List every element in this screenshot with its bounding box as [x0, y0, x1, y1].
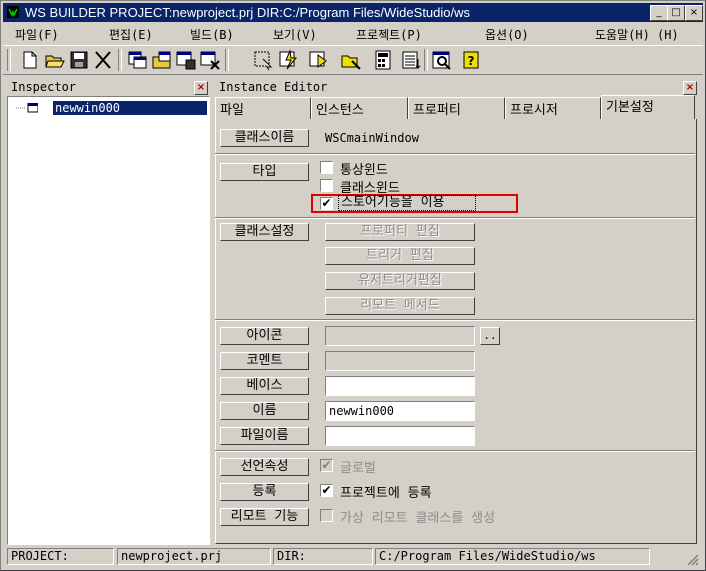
class-name-value: WSCmainWindow [325, 131, 419, 145]
menu-file[interactable]: 파일(F) [15, 26, 59, 43]
global-label: 글로벌 [340, 461, 376, 476]
copy-window-icon[interactable] [126, 49, 148, 71]
open-folder-icon[interactable] [44, 49, 66, 71]
class-setting-button[interactable]: 클래스설정 [220, 223, 309, 241]
register-button[interactable]: 등록 [220, 483, 309, 501]
close-window-icon[interactable] [199, 49, 221, 71]
instance-editor-title: Instance Editor [219, 80, 328, 94]
toolbar-separator [424, 49, 428, 71]
edit-trigger-button[interactable]: 트리거 편집 [325, 247, 475, 265]
tab-procedure[interactable]: 프로시저 [505, 97, 601, 119]
tab-property[interactable]: 프로퍼티 [408, 97, 505, 119]
store-function-checkbox[interactable]: ✔ [320, 197, 333, 210]
menu-project[interactable]: 프로젝트(P) [356, 26, 422, 43]
save-icon[interactable] [68, 49, 90, 71]
instance-editor-close-button[interactable]: × [683, 81, 697, 95]
normal-window-label: 통상윈드 [340, 163, 388, 178]
close-button[interactable]: × [685, 5, 703, 21]
tab-instance[interactable]: 인스턴스 [311, 97, 408, 119]
menu-options[interactable]: 옵션(O) [485, 26, 529, 43]
class-window-checkbox[interactable] [320, 179, 333, 192]
type-button[interactable]: 타입 [220, 163, 309, 181]
toolbar: ? [3, 45, 703, 75]
maximize-button[interactable]: □ [667, 5, 685, 21]
filename-field[interactable] [325, 426, 475, 446]
toolbar-grip [7, 49, 11, 71]
divider [215, 153, 695, 155]
register-project-checkbox[interactable]: ✔ [320, 484, 333, 497]
status-project-value: newproject.prj [117, 548, 271, 565]
window-title: WS BUILDER PROJECT:newproject.prj DIR:C:… [25, 5, 471, 20]
virtual-remote-label: 가상 리모트 클래스를 생성 [340, 511, 496, 526]
edit-property-button[interactable]: 프로퍼티 편집 [325, 223, 475, 241]
virtual-remote-checkbox[interactable] [320, 509, 333, 522]
comment-button[interactable]: 코멘트 [220, 352, 309, 370]
status-project-label: PROJECT: [7, 548, 114, 565]
tab-basic-settings[interactable]: 기본설정 [601, 95, 695, 119]
divider [215, 319, 695, 321]
minimize-button[interactable]: _ [650, 5, 668, 21]
toolbar-separator [225, 49, 229, 71]
icon-field[interactable] [325, 326, 475, 346]
calculator-icon[interactable] [372, 49, 394, 71]
filename-button[interactable]: 파일이름 [220, 427, 309, 445]
tab-bar: 파일 인스턴스 프로퍼티 프로시저 기본설정 [215, 95, 695, 119]
icon-button[interactable]: 아이콘 [220, 327, 309, 345]
save-window-icon[interactable] [175, 49, 197, 71]
declare-button[interactable]: 선언속성 [220, 458, 309, 476]
inspector-title: Inspector [11, 80, 77, 94]
help-icon[interactable]: ? [460, 49, 482, 71]
remote-function-button[interactable]: 리모트 기능 [220, 508, 309, 526]
select-icon[interactable] [252, 49, 274, 71]
open-dir-icon[interactable] [340, 49, 362, 71]
register-project-label: 프로젝트에 등록 [340, 486, 432, 501]
base-button[interactable]: 베이스 [220, 377, 309, 395]
store-function-label: 스토어기능을 이용 [338, 195, 476, 211]
comment-field[interactable] [325, 351, 475, 371]
tab-file[interactable]: 파일 [215, 97, 311, 119]
toolbar-separator [118, 49, 122, 71]
divider [215, 450, 695, 452]
base-field[interactable] [325, 376, 475, 396]
build-icon[interactable] [278, 49, 300, 71]
app-icon [7, 6, 19, 18]
tree-connector-icon [16, 103, 38, 113]
menu-bar: 파일(F) 편집(E) 빌드(B) 보기(V) 프로젝트(P) 옵션(O) 도움… [3, 23, 703, 43]
status-bar: PROJECT: newproject.prj DIR: C:/Program … [5, 546, 703, 568]
status-dir-label: DIR: [273, 548, 373, 565]
edit-user-trigger-button[interactable]: 유저트리거편집 [325, 272, 475, 290]
menu-build[interactable]: 빌드(B) [190, 26, 234, 43]
list-icon[interactable] [400, 49, 422, 71]
run-icon[interactable] [308, 49, 330, 71]
name-field[interactable]: newwin000 [325, 401, 475, 421]
title-bar[interactable]: WS BUILDER PROJECT:newproject.prj DIR:C:… [3, 3, 703, 22]
svg-text:?: ? [468, 54, 475, 68]
browse-icon-button[interactable]: .. [480, 327, 500, 345]
divider [215, 217, 695, 219]
inspector-tree[interactable]: newwin000 [7, 96, 210, 545]
global-checkbox[interactable]: ✔ [320, 459, 333, 472]
open-window-icon[interactable] [151, 49, 173, 71]
resize-grip-icon[interactable] [685, 552, 699, 566]
main-window: WS BUILDER PROJECT:newproject.prj DIR:C:… [0, 0, 706, 571]
remote-method-button[interactable]: 리모트 메서드 [325, 297, 475, 315]
menu-edit[interactable]: 편집(E) [109, 26, 153, 43]
class-name-button[interactable]: 클래스이름 [220, 129, 309, 147]
name-button[interactable]: 이름 [220, 402, 309, 420]
menu-view[interactable]: 보기(V) [273, 26, 317, 43]
menu-help[interactable]: 도움말(H) (H) [595, 26, 679, 43]
inspect-icon[interactable] [431, 49, 453, 71]
tree-item-newwin000[interactable]: newwin000 [53, 101, 207, 115]
new-file-icon[interactable] [19, 49, 41, 71]
cut-icon[interactable] [92, 49, 114, 71]
status-dir-value: C:/Program Files/WideStudio/ws [375, 548, 650, 565]
inspector-close-button[interactable]: × [194, 81, 208, 95]
normal-window-checkbox[interactable] [320, 161, 333, 174]
